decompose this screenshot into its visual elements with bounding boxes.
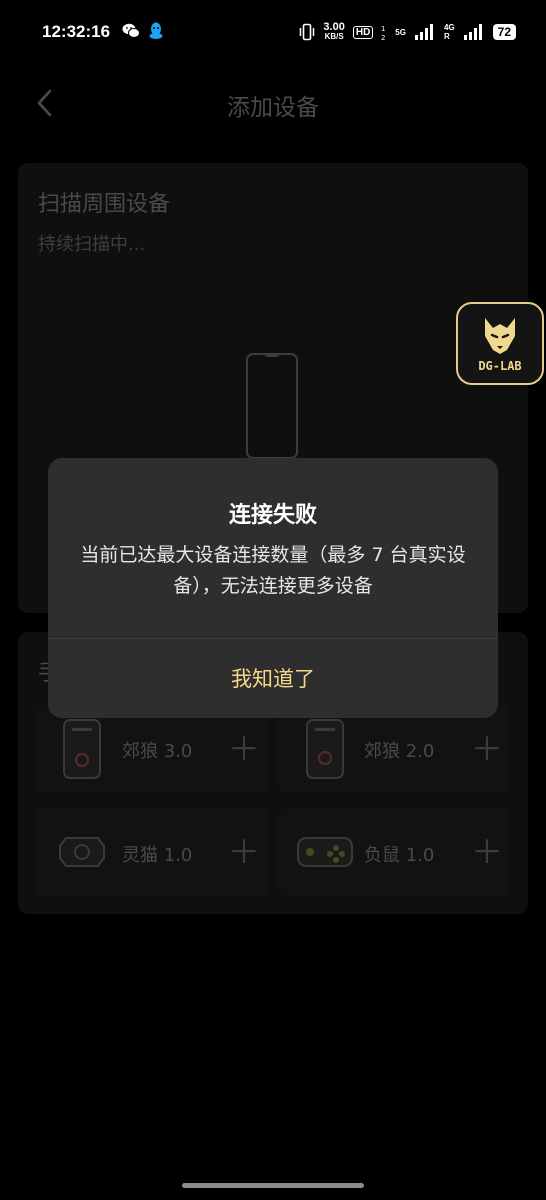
add-coyote-3-button[interactable]: ＋ — [228, 733, 260, 765]
vibrate-icon — [300, 23, 315, 41]
device-label-coyote-2: 郊狼 2.0 — [364, 741, 435, 762]
sim1-net-type: 5G — [395, 27, 406, 37]
dialog-ok-button[interactable]: 我知道了 — [48, 640, 498, 718]
sim2-roaming: R — [443, 32, 450, 41]
qq-icon — [149, 22, 163, 39]
coyote-3-device-icon — [63, 719, 101, 779]
net-speed: 3.00 KB/S — [323, 22, 344, 42]
wechat-icon — [122, 23, 140, 38]
status-time: 12:32:16 — [42, 22, 111, 41]
net-speed-value: 3.00 — [323, 21, 345, 33]
dialog-message: 当前已达最大设备连接数量（最多 7 台真实设备），无法连接更多设备 — [80, 544, 466, 597]
hd-badge: HD — [352, 25, 374, 39]
fushu-device-icon — [297, 837, 353, 867]
signal-1-icon — [414, 24, 433, 40]
scan-title: 扫描周围设备 — [38, 192, 171, 217]
wolf-logo-icon — [485, 318, 515, 354]
svg-text:1: 1 — [381, 25, 385, 33]
sim2-label: 4G R — [444, 23, 455, 41]
device-label-lingmao: 灵猫 1.0 — [122, 845, 193, 866]
wifi-icon: 1 2 — [381, 25, 385, 41]
status-left-icons — [122, 22, 164, 40]
dg-lab-logo-text: DG-LAB — [478, 359, 522, 373]
dialog-title: 连接失败 — [228, 503, 317, 528]
scan-status: 持续扫描中... — [38, 234, 146, 255]
add-lingmao-button[interactable]: ＋ — [228, 836, 260, 868]
add-coyote-2-button[interactable]: ＋ — [471, 733, 503, 765]
lingmao-device-icon — [59, 837, 105, 867]
coyote-2-device-icon — [306, 719, 344, 779]
dialog-divider — [48, 638, 498, 639]
svg-text:2: 2 — [381, 34, 385, 41]
phone-notch — [265, 353, 279, 357]
signal-2-icon — [463, 24, 482, 40]
device-label-coyote-3: 郊狼 3.0 — [122, 741, 193, 762]
page-title: 添加设备 — [227, 95, 319, 121]
status-right-icons: 3.00 KB/S HD 1 2 5G 4G R 72 — [299, 22, 516, 42]
phone-scan-icon — [246, 353, 298, 459]
home-indicator[interactable] — [182, 1183, 364, 1188]
sim2-net-type: 4G — [443, 23, 455, 32]
net-speed-unit: KB/S — [324, 32, 344, 41]
add-fushu-button[interactable]: ＋ — [471, 836, 503, 868]
sim1-label: 5G — [395, 28, 406, 37]
device-label-fushu: 负鼠 1.0 — [364, 845, 435, 866]
battery-icon: 72 — [492, 24, 516, 40]
